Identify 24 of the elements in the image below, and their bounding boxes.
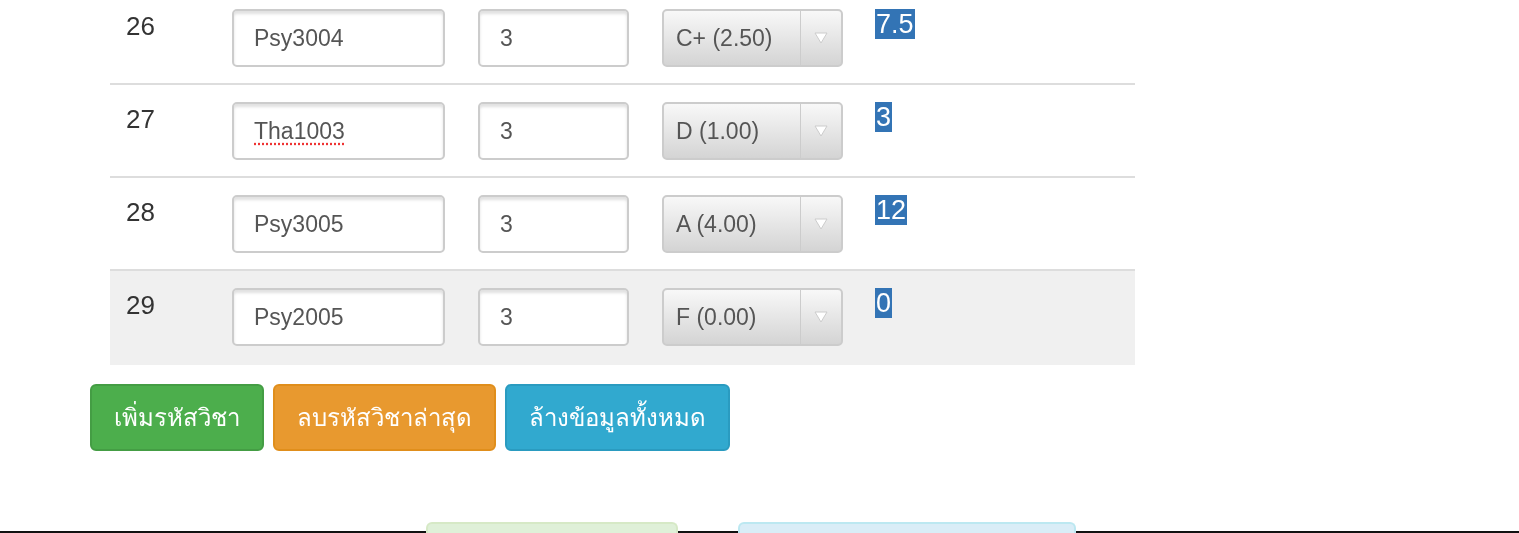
row-number: 27 [125, 104, 156, 135]
grade-dropdown[interactable]: A (4.00) [662, 195, 843, 253]
credit-field[interactable]: 3 [478, 102, 629, 160]
grade-dropdown[interactable]: C+ (2.50) [662, 9, 843, 67]
course-code-field[interactable]: Psy3005 [232, 195, 445, 253]
dropdown-arrow-icon [814, 125, 828, 137]
row-number: 26 [125, 11, 156, 42]
course-code-field[interactable]: Psy2005 [232, 288, 445, 346]
row-number: 29 [125, 290, 156, 321]
grade-points: 7.5 [875, 9, 915, 39]
dropdown-arrow-icon [814, 32, 828, 44]
grade-dropdown[interactable]: F (0.00) [662, 288, 843, 346]
dropdown-arrow-icon [814, 311, 828, 323]
credit-field[interactable]: 3 [478, 195, 629, 253]
course-code-field[interactable]: Psy3004 [232, 9, 445, 67]
credit-field[interactable]: 3 [478, 9, 629, 67]
credit-field[interactable]: 3 [478, 288, 629, 346]
course-code-field[interactable]: Tha1003 [232, 102, 445, 160]
dropdown-arrow-icon [814, 218, 828, 230]
grade-points: 3 [875, 102, 893, 132]
row-number: 28 [125, 197, 156, 228]
grade-points: 12 [875, 195, 908, 225]
grade-dropdown[interactable]: D (1.00) [662, 102, 843, 160]
grade-points: 0 [875, 288, 893, 318]
